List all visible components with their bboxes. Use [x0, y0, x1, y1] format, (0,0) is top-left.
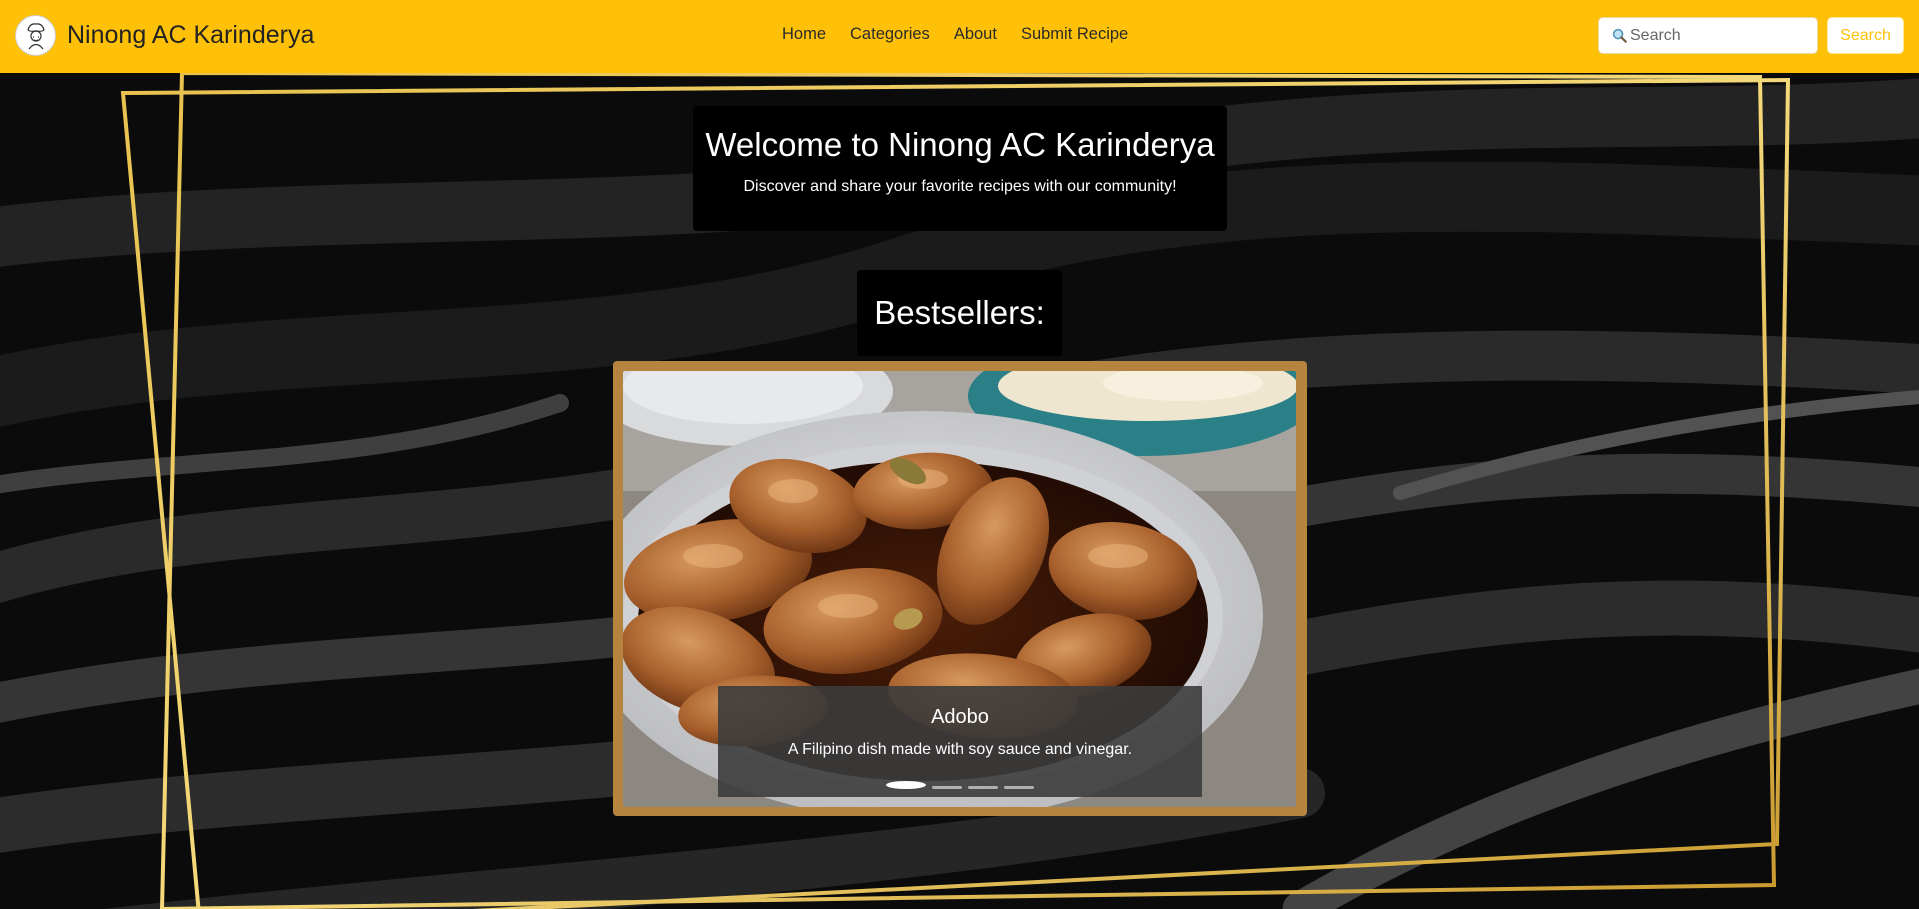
slide-title: Adobo — [931, 706, 989, 728]
search-field[interactable] — [1598, 17, 1818, 54]
nav-item-home[interactable]: Home — [782, 25, 826, 44]
carousel-indicators — [718, 781, 1202, 789]
carousel-slide[interactable]: Adobo A Filipino dish made with soy sauc… — [623, 371, 1296, 807]
carousel-indicator-3[interactable] — [968, 786, 998, 789]
carousel-indicator-1[interactable] — [886, 781, 926, 789]
page-subtitle: Discover and share your favorite recipes… — [743, 178, 1177, 195]
search-input[interactable] — [1630, 26, 1810, 45]
carousel-indicator-4[interactable] — [1004, 786, 1034, 789]
carousel-caption: Adobo A Filipino dish made with soy sauc… — [718, 686, 1202, 797]
carousel-indicator-2[interactable] — [932, 786, 962, 789]
nav-item-categories[interactable]: Categories — [850, 25, 930, 44]
nav-item-submit-recipe[interactable]: Submit Recipe — [1021, 25, 1128, 44]
brand[interactable]: Ninong AC Karinderya — [15, 15, 314, 56]
slide-description: A Filipino dish made with soy sauce and … — [787, 741, 1133, 758]
nav-links: Home Categories About Submit Recipe — [782, 25, 1128, 44]
nav-item-about[interactable]: About — [954, 25, 997, 44]
bestsellers-heading-box: Bestsellers: — [857, 270, 1062, 356]
bestsellers-heading: Bestsellers: — [874, 294, 1045, 331]
page-title: Welcome to Ninong AC Karinderya — [705, 126, 1215, 163]
navbar: Ninong AC Karinderya Home Categories Abo… — [0, 0, 1919, 73]
bestsellers-carousel: Adobo A Filipino dish made with soy sauc… — [613, 361, 1307, 816]
magnifier-icon — [1612, 28, 1627, 43]
welcome-banner: Welcome to Ninong AC Karinderya Discover… — [693, 106, 1227, 231]
brand-name[interactable]: Ninong AC Karinderya — [67, 21, 314, 50]
chef-logo-icon[interactable] — [15, 15, 56, 56]
search-button[interactable]: Search — [1827, 17, 1904, 54]
